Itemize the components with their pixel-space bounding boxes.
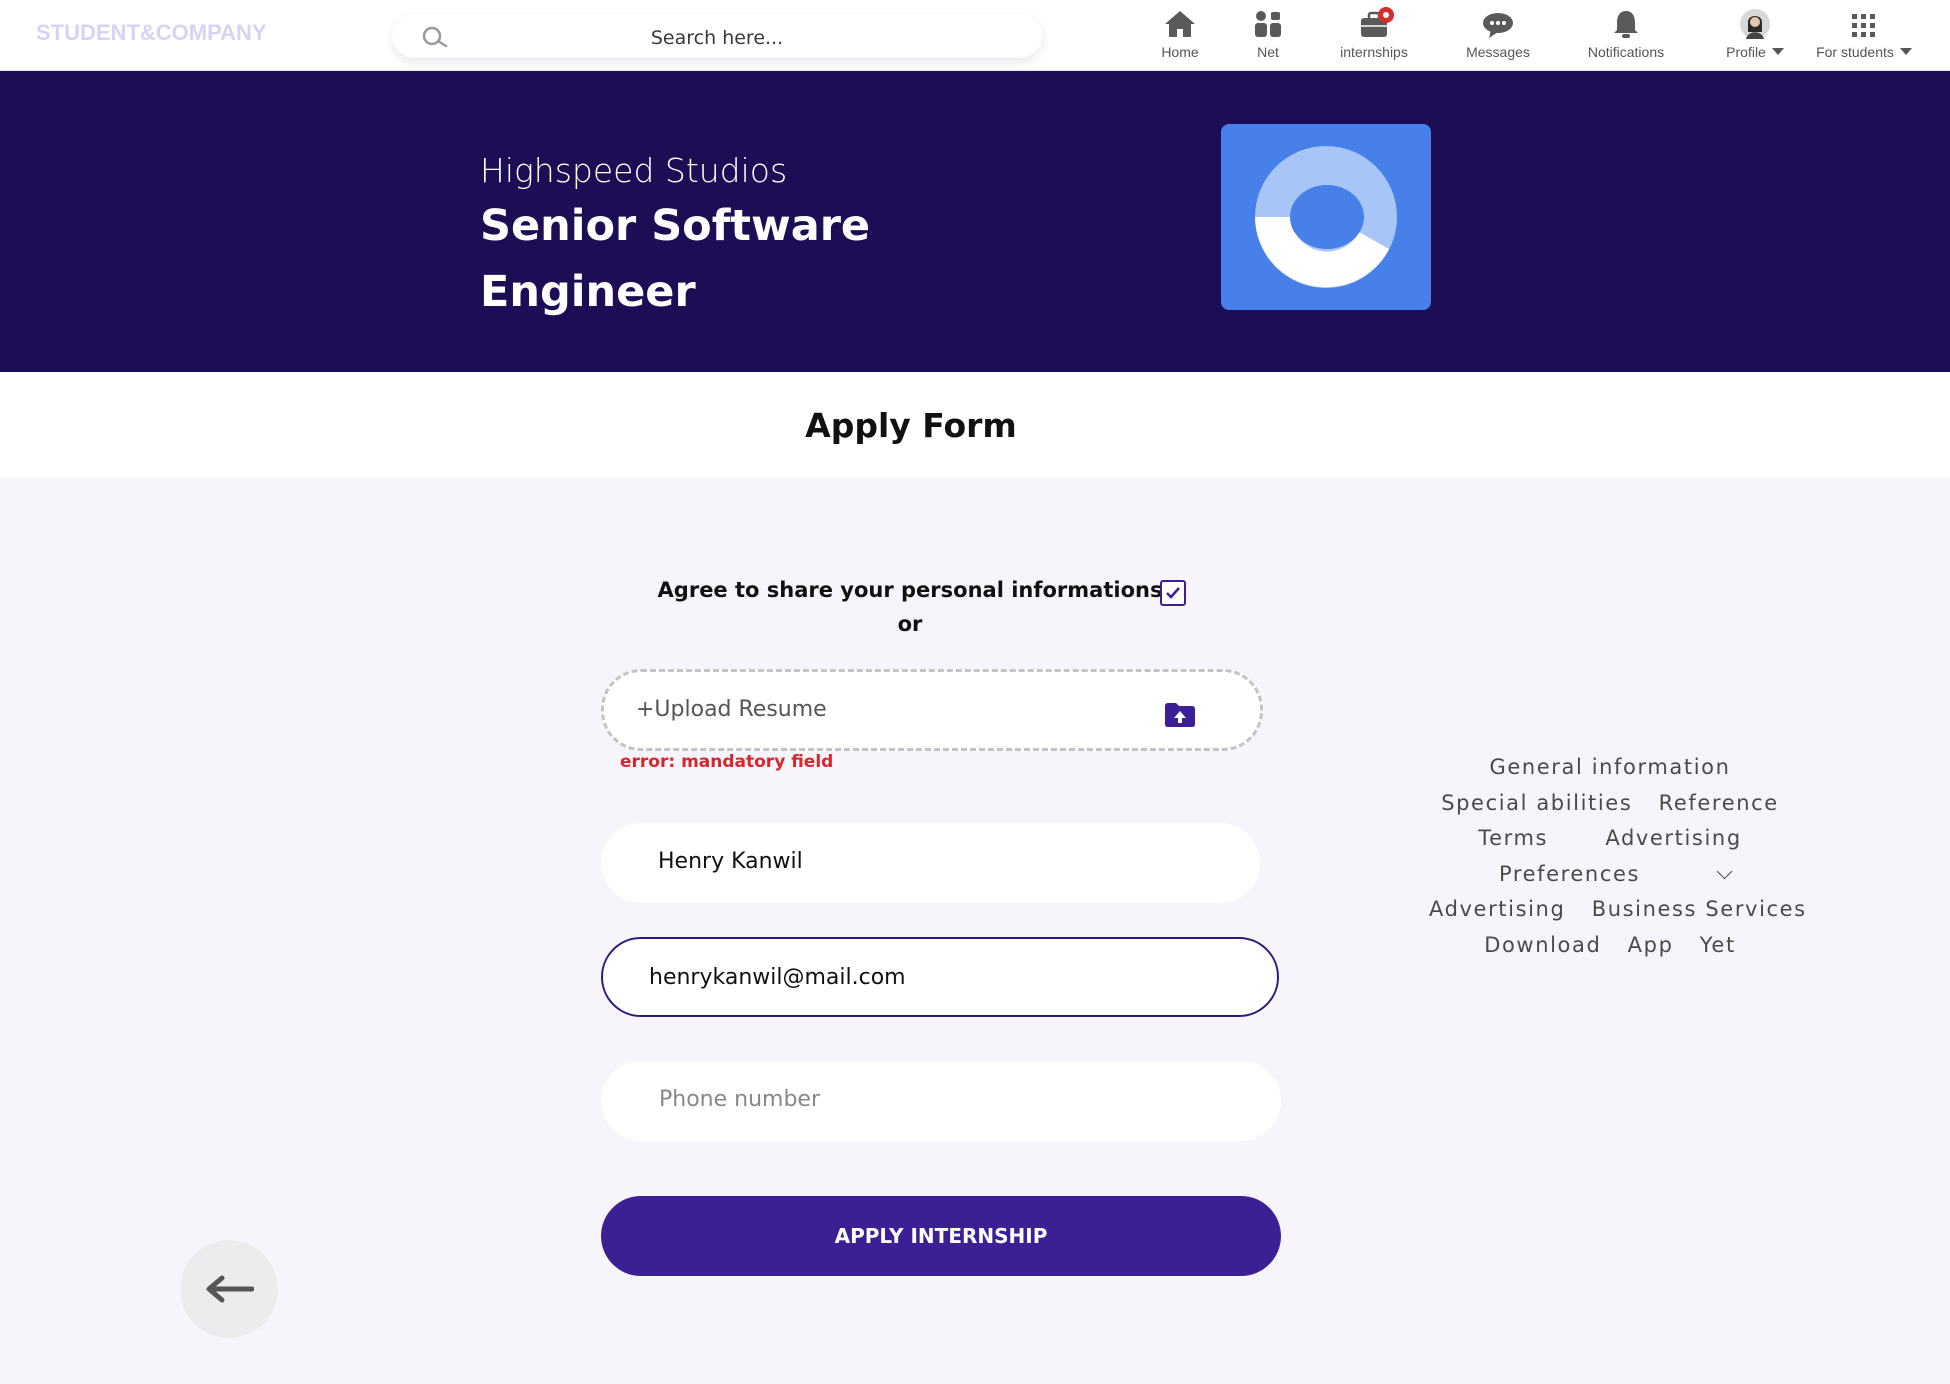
- form-title: Apply Form: [805, 406, 1017, 445]
- nav-net-label: Net: [1257, 44, 1279, 60]
- footer-links: General information Special abilities Re…: [1420, 750, 1805, 964]
- job-hero-banner: Highspeed Studios Senior Software Engine…: [0, 71, 1950, 372]
- back-button[interactable]: [180, 1240, 278, 1338]
- nav-home[interactable]: Home: [1160, 6, 1200, 60]
- nav-for-students-label: For students: [1816, 44, 1912, 60]
- link-download[interactable]: Download: [1484, 928, 1601, 964]
- nav-notifications-label: Notifications: [1587, 44, 1665, 60]
- upload-resume-label: +Upload Resume: [636, 697, 827, 722]
- or-separator: or: [897, 612, 923, 636]
- name-field[interactable]: Henry Kanwil: [601, 823, 1260, 903]
- company-logo-mark: [1255, 146, 1397, 288]
- upload-resume-dropzone[interactable]: +Upload Resume: [601, 669, 1263, 751]
- nav-profile[interactable]: Profile: [1722, 6, 1788, 60]
- app-logo[interactable]: STUDENT&COMPANY: [36, 20, 267, 46]
- nav-profile-label: Profile: [1722, 44, 1788, 60]
- top-navigation-bar: STUDENT&COMPANY Search here... Home Net: [0, 0, 1950, 71]
- network-icon: [1255, 11, 1281, 37]
- briefcase-icon: [1361, 7, 1394, 37]
- nav-internships-label: internships: [1340, 44, 1408, 60]
- nav-net[interactable]: Net: [1250, 6, 1286, 60]
- chevron-down-icon: [1899, 48, 1912, 55]
- company-name: Highspeed Studios: [480, 151, 788, 190]
- agree-share-label: Agree to share your personal information…: [657, 578, 1163, 602]
- grid-icon: [1852, 14, 1875, 37]
- phone-field[interactable]: Phone number: [601, 1061, 1281, 1141]
- bell-icon: [1614, 11, 1638, 38]
- checkmark-icon: [1166, 587, 1180, 599]
- nav-messages[interactable]: Messages: [1466, 6, 1530, 60]
- apply-internship-label: APPLY INTERNSHIP: [834, 1224, 1048, 1248]
- nav-messages-label: Messages: [1466, 44, 1530, 60]
- link-special-abilities[interactable]: Special abilities: [1441, 786, 1632, 822]
- upload-error-message: error: mandatory field: [620, 752, 834, 772]
- name-field-value[interactable]: Henry Kanwil: [658, 849, 803, 874]
- nav-home-label: Home: [1161, 44, 1199, 60]
- chat-icon: [1483, 13, 1513, 38]
- job-title: Senior Software Engineer: [480, 201, 871, 317]
- folder-upload-icon[interactable]: [1164, 702, 1196, 728]
- agree-checkbox[interactable]: [1160, 580, 1186, 606]
- link-reference[interactable]: Reference: [1659, 786, 1779, 822]
- nav-notifications[interactable]: Notifications: [1586, 6, 1666, 60]
- apply-internship-button[interactable]: APPLY INTERNSHIP: [601, 1196, 1281, 1276]
- link-business-services[interactable]: Business Services: [1592, 892, 1807, 928]
- home-icon: [1165, 11, 1195, 37]
- avatar: [1740, 9, 1770, 39]
- link-app[interactable]: App: [1628, 928, 1674, 964]
- email-field[interactable]: henrykanwil@mail.com: [601, 937, 1279, 1017]
- chevron-down-icon[interactable]: [1716, 863, 1733, 879]
- link-terms[interactable]: Terms: [1478, 821, 1548, 857]
- search-bar[interactable]: Search here...: [392, 14, 1042, 58]
- chevron-down-icon: [1771, 48, 1784, 55]
- company-logo: [1221, 124, 1431, 310]
- phone-field-placeholder[interactable]: Phone number: [659, 1087, 820, 1112]
- arrow-left-icon: [206, 1275, 254, 1303]
- nav-internships[interactable]: internships: [1338, 6, 1410, 60]
- link-advertising-2[interactable]: Advertising: [1429, 892, 1565, 928]
- search-input[interactable]: Search here...: [392, 27, 1042, 49]
- link-preferences[interactable]: Preferences: [1499, 857, 1640, 893]
- link-yet[interactable]: Yet: [1700, 928, 1736, 964]
- nav-for-students[interactable]: For students: [1816, 6, 1912, 60]
- form-header: Apply Form: [0, 372, 1950, 478]
- link-advertising[interactable]: Advertising: [1605, 821, 1741, 857]
- link-general-information[interactable]: General information: [1489, 750, 1730, 786]
- email-field-value[interactable]: henrykanwil@mail.com: [649, 965, 906, 990]
